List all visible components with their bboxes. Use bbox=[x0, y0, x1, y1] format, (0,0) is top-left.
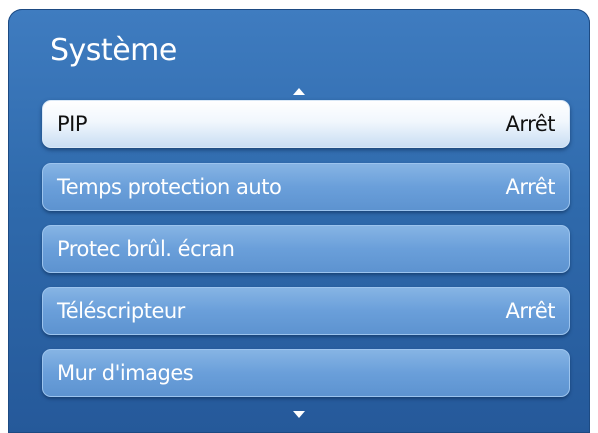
menu-item-value: Arrêt bbox=[505, 175, 556, 199]
menu-item-protec-brul-ecran[interactable]: Protec brûl. écran bbox=[42, 225, 570, 273]
menu-title: Système bbox=[50, 33, 177, 68]
menu-item-label: PIP bbox=[57, 112, 88, 136]
menu-item-temps-protection-auto[interactable]: Temps protection auto Arrêt bbox=[42, 163, 570, 211]
menu-item-mur-d-images[interactable]: Mur d'images bbox=[42, 349, 570, 397]
menu-item-pip[interactable]: PIP Arrêt bbox=[42, 100, 570, 148]
scroll-up-arrow-icon[interactable] bbox=[293, 88, 305, 95]
menu-item-label: Mur d'images bbox=[57, 361, 194, 385]
menu-item-telescripteur[interactable]: Téléscripteur Arrêt bbox=[42, 287, 570, 335]
system-menu-panel: Système PIP Arrêt Temps protection auto … bbox=[8, 9, 590, 433]
scroll-down-arrow-icon[interactable] bbox=[293, 411, 305, 418]
menu-item-label: Protec brûl. écran bbox=[57, 237, 235, 261]
menu-item-label: Téléscripteur bbox=[57, 299, 185, 323]
menu-item-value: Arrêt bbox=[505, 112, 556, 136]
menu-item-value: Arrêt bbox=[505, 299, 556, 323]
menu-item-label: Temps protection auto bbox=[57, 175, 282, 199]
